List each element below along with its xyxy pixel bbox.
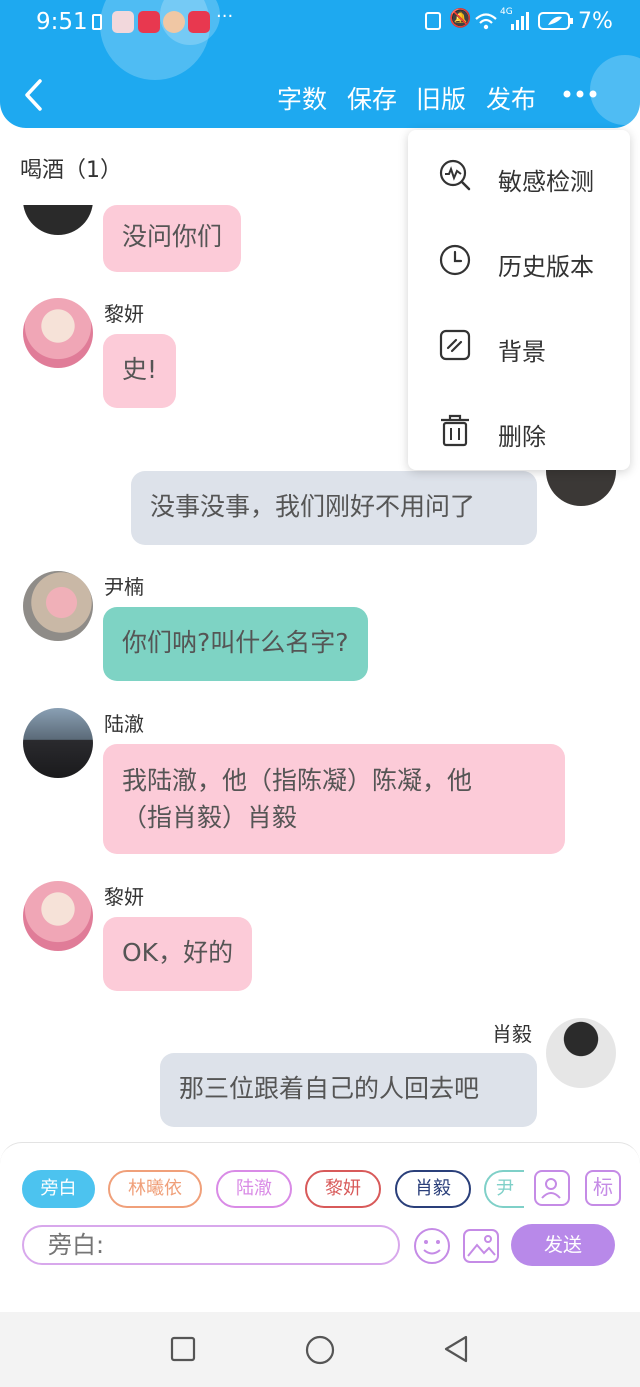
wifi-icon [475, 13, 497, 30]
app-icon-gradient [163, 11, 185, 33]
character-chip[interactable]: 黎妍 [305, 1170, 381, 1208]
message-bubble: 那三位跟着自己的人回去吧 [160, 1053, 537, 1127]
menu-item-background[interactable]: 背景 [408, 308, 630, 378]
sensitive-check-icon [439, 159, 471, 191]
avatar[interactable] [23, 298, 93, 368]
status-more: ··· [216, 6, 234, 27]
message-bubble: 我陆澈，他（指陈凝）陈凝，他 （指肖毅）肖毅 [103, 744, 565, 854]
sender-name: 尹楠 [104, 575, 144, 599]
battery-icon [538, 12, 573, 30]
clock-icon [439, 244, 471, 276]
nfc-icon [425, 12, 441, 30]
sender-name: 肖毅 [492, 1022, 532, 1046]
publish-button[interactable]: 发布 [486, 80, 536, 116]
more-menu: 敏感检测 历史版本 背景 删除 [408, 130, 630, 470]
sender-name: 黎妍 [104, 302, 144, 326]
message-text: 我陆澈，他（指陈凝）陈凝，他 [122, 766, 473, 795]
app-icon-avatar [112, 11, 134, 33]
character-chip[interactable]: 尹 [484, 1170, 524, 1208]
trash-icon [441, 414, 469, 447]
more-icon[interactable] [562, 89, 598, 99]
background-icon [439, 329, 471, 361]
character-chip[interactable]: 林曦依 [108, 1170, 202, 1208]
recents-icon[interactable] [170, 1336, 196, 1362]
chip-label: 林曦依 [128, 1178, 182, 1199]
message-bubble: 没事没事，我们刚好不用问了 [131, 471, 537, 545]
system-navigation-bar [0, 1312, 640, 1387]
chip-label: 尹 [496, 1178, 514, 1199]
avatar[interactable] [546, 1018, 616, 1088]
chip-label: 旁白 [40, 1178, 77, 1199]
save-button[interactable]: 保存 [347, 80, 397, 116]
avatar[interactable] [23, 881, 93, 951]
chat-title: 喝酒（1） [20, 158, 122, 183]
character-manage-button[interactable] [534, 1170, 570, 1206]
send-label: 发送 [543, 1234, 582, 1256]
menu-label: 历史版本 [498, 253, 594, 281]
mute-icon: 🔕 [449, 8, 472, 29]
message-text: 你们呐?叫什么名字? [122, 628, 349, 657]
message-text: 史! [122, 355, 158, 384]
menu-label: 敏感检测 [498, 168, 594, 196]
person-icon [541, 1178, 561, 1199]
message-input[interactable] [22, 1225, 400, 1265]
menu-label: 背景 [498, 338, 546, 366]
sender-name: 黎妍 [104, 885, 144, 909]
message-text: 没事没事，我们刚好不用问了 [150, 492, 476, 521]
chip-label: 黎妍 [325, 1178, 361, 1199]
message-text: 没问你们 [122, 222, 223, 251]
character-chip-narrator[interactable]: 旁白 [22, 1170, 95, 1208]
image-icon[interactable] [462, 1228, 500, 1264]
menu-item-delete[interactable]: 删除 [408, 393, 630, 463]
menu-item-history[interactable]: 历史版本 [408, 223, 630, 293]
mark-button[interactable]: 标 [585, 1170, 621, 1206]
app-icon-red-2 [188, 11, 210, 33]
mark-label: 标 [593, 1175, 613, 1199]
message-bubble: 没问你们 [103, 205, 242, 272]
battery-level: 7% [578, 9, 613, 34]
message-bubble: 你们呐?叫什么名字? [103, 607, 368, 681]
avatar[interactable] [23, 571, 93, 641]
avatar[interactable] [23, 708, 93, 778]
top-bar: 9:51 ··· 🔕 4G 7% 字数 保存 旧版 发布 [0, 0, 640, 128]
menu-label: 删除 [498, 423, 546, 451]
message-text: 那三位跟着自己的人回去吧 [179, 1074, 480, 1103]
signal-icon [511, 12, 529, 30]
status-time: 9:51 [36, 9, 88, 35]
back-icon[interactable] [22, 78, 46, 112]
menu-item-sensitive-check[interactable]: 敏感检测 [408, 138, 630, 208]
app-icon-red [138, 11, 160, 33]
message-bubble: 史! [103, 334, 177, 408]
sender-name: 陆澈 [104, 712, 144, 736]
old-version-button[interactable]: 旧版 [416, 80, 466, 116]
message-text: OK，好的 [122, 938, 234, 967]
emoji-icon[interactable] [413, 1227, 451, 1265]
send-button[interactable]: 发送 [511, 1224, 615, 1266]
message-bubble: OK，好的 [103, 917, 253, 991]
home-icon[interactable] [305, 1335, 335, 1365]
message-text: （指肖毅）肖毅 [122, 803, 298, 832]
word-count-button[interactable]: 字数 [277, 80, 327, 116]
chip-label: 肖毅 [415, 1178, 451, 1199]
character-chip[interactable]: 肖毅 [395, 1170, 471, 1208]
chip-label: 陆澈 [236, 1178, 272, 1199]
back-nav-icon[interactable] [442, 1334, 470, 1364]
phone-icon [92, 14, 102, 30]
character-chip[interactable]: 陆澈 [216, 1170, 292, 1208]
